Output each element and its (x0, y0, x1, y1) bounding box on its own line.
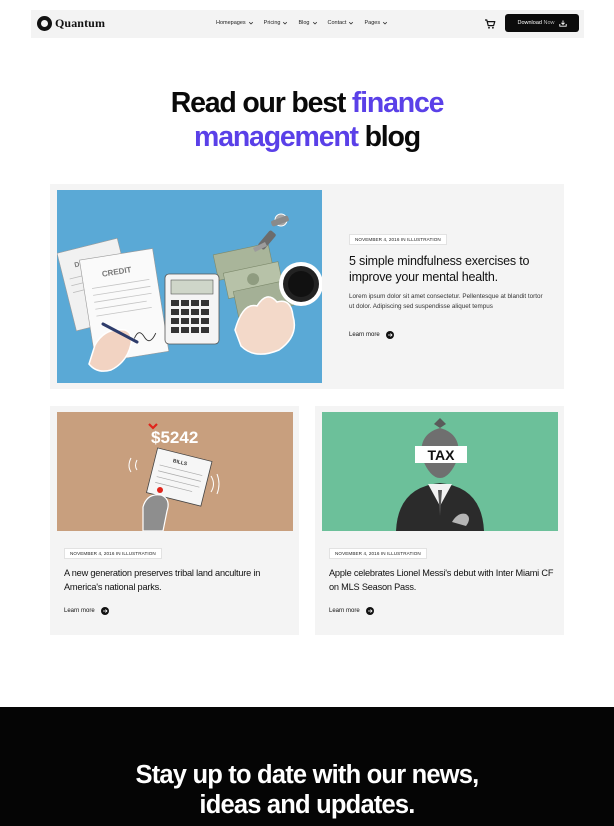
post-title[interactable]: Apple celebrates Lionel Messi's debut wi… (329, 566, 555, 594)
chevron-down-icon (312, 21, 317, 25)
featured-post-card: DEBT CREDIT (50, 184, 564, 389)
nav-item-label: Pricing (263, 20, 281, 26)
post-card: TAX November 4, 2016 in Illustration App… (315, 406, 564, 635)
nav-item-blog[interactable]: Blog (298, 20, 317, 26)
bills-illustration: $5242 BILLS (128, 423, 220, 531)
newsletter-section: Stay up to date with our news, ideas and… (0, 707, 614, 826)
arrow-right-icon (365, 607, 374, 615)
download-button[interactable]: Download Now (505, 14, 579, 32)
post-title[interactable]: A new generation preserves tribal land a… (64, 566, 290, 594)
learn-more-link[interactable]: Learn more (349, 331, 394, 339)
featured-post-image[interactable]: DEBT CREDIT (57, 190, 322, 383)
nav-item-homepages[interactable]: Homepages (216, 20, 254, 26)
finance-illustration: DEBT CREDIT (57, 213, 322, 372)
learn-more-label: Learn more (329, 608, 360, 614)
main-menu: Homepages Pricing Blog Contact Pages (216, 20, 388, 26)
post-card: $5242 BILLS November 4, 2016 in Illustra… (50, 406, 299, 635)
brand-name: Quantum (55, 16, 106, 30)
nav-item-label: Homepages (216, 20, 246, 26)
arrow-right-icon (385, 331, 394, 339)
nav-item-label: Pages (364, 20, 381, 26)
chevron-down-icon (283, 21, 288, 25)
post-meta-tag[interactable]: November 4, 2016 in Illustration (329, 548, 427, 559)
learn-more-link[interactable]: Learn more (64, 607, 109, 615)
post-meta-tag[interactable]: November 4, 2016 in Illustration (64, 548, 162, 559)
post-excerpt: Lorem ipsum dolor sit amet consectetur. … (349, 293, 543, 310)
chevron-down-icon (248, 21, 253, 25)
nav-item-contact[interactable]: Contact (328, 20, 355, 26)
learn-more-link[interactable]: Learn more (329, 607, 374, 615)
post-meta-tag[interactable]: November 4, 2016 in Illustration (349, 234, 447, 245)
tax-label: TAX (428, 447, 456, 463)
brand-logo[interactable]: Quantum (37, 16, 105, 31)
download-icon (558, 20, 567, 27)
learn-more-label: Learn more (349, 332, 380, 338)
logo-icon (37, 16, 52, 31)
download-button-label: Download Now (517, 20, 555, 26)
cart-icon[interactable] (484, 18, 496, 30)
navbar: Quantum Homepages Pricing Blog Contact P… (31, 10, 584, 38)
arrow-right-icon (100, 607, 109, 615)
nav-item-pages[interactable]: Pages (364, 20, 388, 26)
page-title: Read our best finance management blog (170, 87, 445, 153)
nav-item-label: Contact (327, 20, 347, 26)
post-title[interactable]: 5 simple mindfulness exercises to improv… (349, 253, 549, 285)
chevron-down-icon (349, 21, 354, 25)
newsletter-title: Stay up to date with our news, ideas and… (135, 761, 480, 819)
chevron-down-icon (383, 21, 388, 25)
tax-illustration: TAX (396, 418, 484, 531)
nav-item-pricing[interactable]: Pricing (264, 20, 289, 26)
nav-item-label: Blog (298, 20, 310, 26)
post-image[interactable]: TAX (322, 412, 558, 531)
post-image[interactable]: $5242 BILLS (57, 412, 293, 531)
amount-label: $5242 (151, 428, 198, 447)
learn-more-label: Learn more (64, 608, 95, 614)
